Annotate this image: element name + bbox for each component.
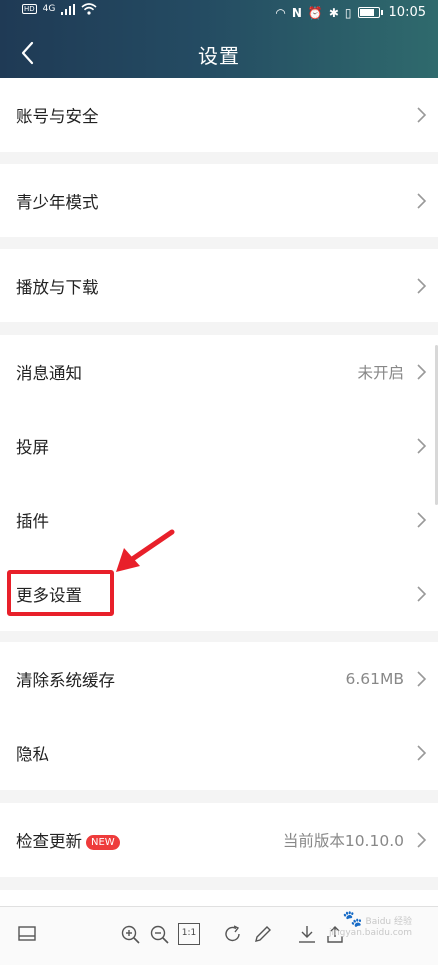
next-group-edge: [0, 890, 438, 906]
zoom-in-icon[interactable]: [119, 923, 141, 945]
status-right: ◠ N ⏰ ✱ ▯ 10:05: [275, 5, 426, 20]
settings-item-account-security[interactable]: 账号与安全: [0, 78, 438, 152]
item-label: 隐私: [16, 745, 49, 764]
chevron-right-icon: [417, 745, 427, 761]
check-update-label: 检查更新: [16, 832, 82, 851]
status-time: 10:05: [388, 5, 426, 20]
item-label: 消息通知: [16, 364, 82, 383]
annotation-arrow-icon: [116, 529, 175, 572]
settings-item-teen-mode[interactable]: 青少年模式: [0, 164, 438, 237]
alarm-icon: ⏰: [307, 5, 323, 20]
nfc-icon: N: [291, 5, 302, 20]
download-icon[interactable]: [296, 923, 318, 945]
settings-item-play-download[interactable]: 播放与下载: [0, 249, 438, 322]
network-type: 4G: [42, 4, 56, 14]
bluetooth-icon: ✱: [328, 5, 339, 20]
status-left: HD 4G: [22, 3, 97, 15]
chevron-right-icon: [417, 512, 427, 528]
item-label: 播放与下载: [16, 277, 99, 297]
headphone-icon: ◠: [275, 5, 286, 20]
hd-icon: HD: [22, 4, 37, 14]
item-label: 账号与安全: [16, 107, 99, 126]
battery-icon: [357, 7, 380, 18]
page-title: 设置: [198, 44, 240, 68]
paw-icon: 🐾: [342, 909, 363, 928]
signal-icon: [61, 3, 76, 15]
chevron-right-icon: [417, 832, 427, 848]
current-version: 当前版本10.10.0: [282, 832, 404, 850]
settings-item-privacy[interactable]: 隐私: [0, 716, 438, 790]
settings-item-check-update[interactable]: 检查更新 NEW 当前版本10.10.0: [0, 803, 438, 877]
item-label: 投屏: [16, 438, 49, 457]
header: 设置: [0, 28, 438, 78]
chevron-right-icon: [417, 192, 427, 209]
chevron-right-icon: [417, 671, 427, 687]
notifications-status: 未开启: [357, 364, 404, 382]
status-bar: HD 4G ◠ N ⏰ ✱ ▯ 10:05: [0, 0, 438, 28]
watermark: 🐾 Baidu 经验 jingyan.baidu.com: [328, 911, 412, 939]
watermark-url: jingyan.baidu.com: [328, 928, 412, 938]
item-label: 青少年模式: [16, 192, 99, 212]
layout-icon[interactable]: [16, 923, 38, 945]
vibrate-icon: ▯: [344, 5, 352, 20]
chevron-right-icon: [417, 586, 427, 602]
item-label: 检查更新 NEW: [16, 828, 120, 852]
wifi-icon: [81, 3, 97, 15]
zoom-out-icon[interactable]: [148, 923, 170, 945]
image-viewer-toolbar: 1:1 🐾 Baidu 经验 jingyan.baidu.com: [0, 906, 438, 965]
chevron-right-icon: [417, 364, 427, 380]
chevron-right-icon: [417, 438, 427, 454]
edit-icon[interactable]: [252, 923, 274, 945]
chevron-right-icon: [417, 277, 427, 294]
settings-item-notifications[interactable]: 消息通知 未开启: [0, 335, 438, 409]
cache-size: 6.61MB: [345, 670, 404, 688]
highlight-box: [7, 570, 114, 616]
actual-size-icon[interactable]: 1:1: [178, 923, 200, 945]
settings-item-plugins[interactable]: 插件: [0, 483, 438, 557]
settings-item-clear-cache[interactable]: 清除系统缓存 6.61MB: [0, 642, 438, 716]
new-badge: NEW: [86, 835, 120, 850]
chevron-right-icon: [417, 107, 427, 123]
item-label: 清除系统缓存: [16, 671, 115, 690]
rotate-icon[interactable]: [222, 923, 244, 945]
item-label: 插件: [16, 512, 49, 531]
watermark-brand: Baidu 经验: [365, 917, 412, 927]
settings-item-cast[interactable]: 投屏: [0, 409, 438, 483]
